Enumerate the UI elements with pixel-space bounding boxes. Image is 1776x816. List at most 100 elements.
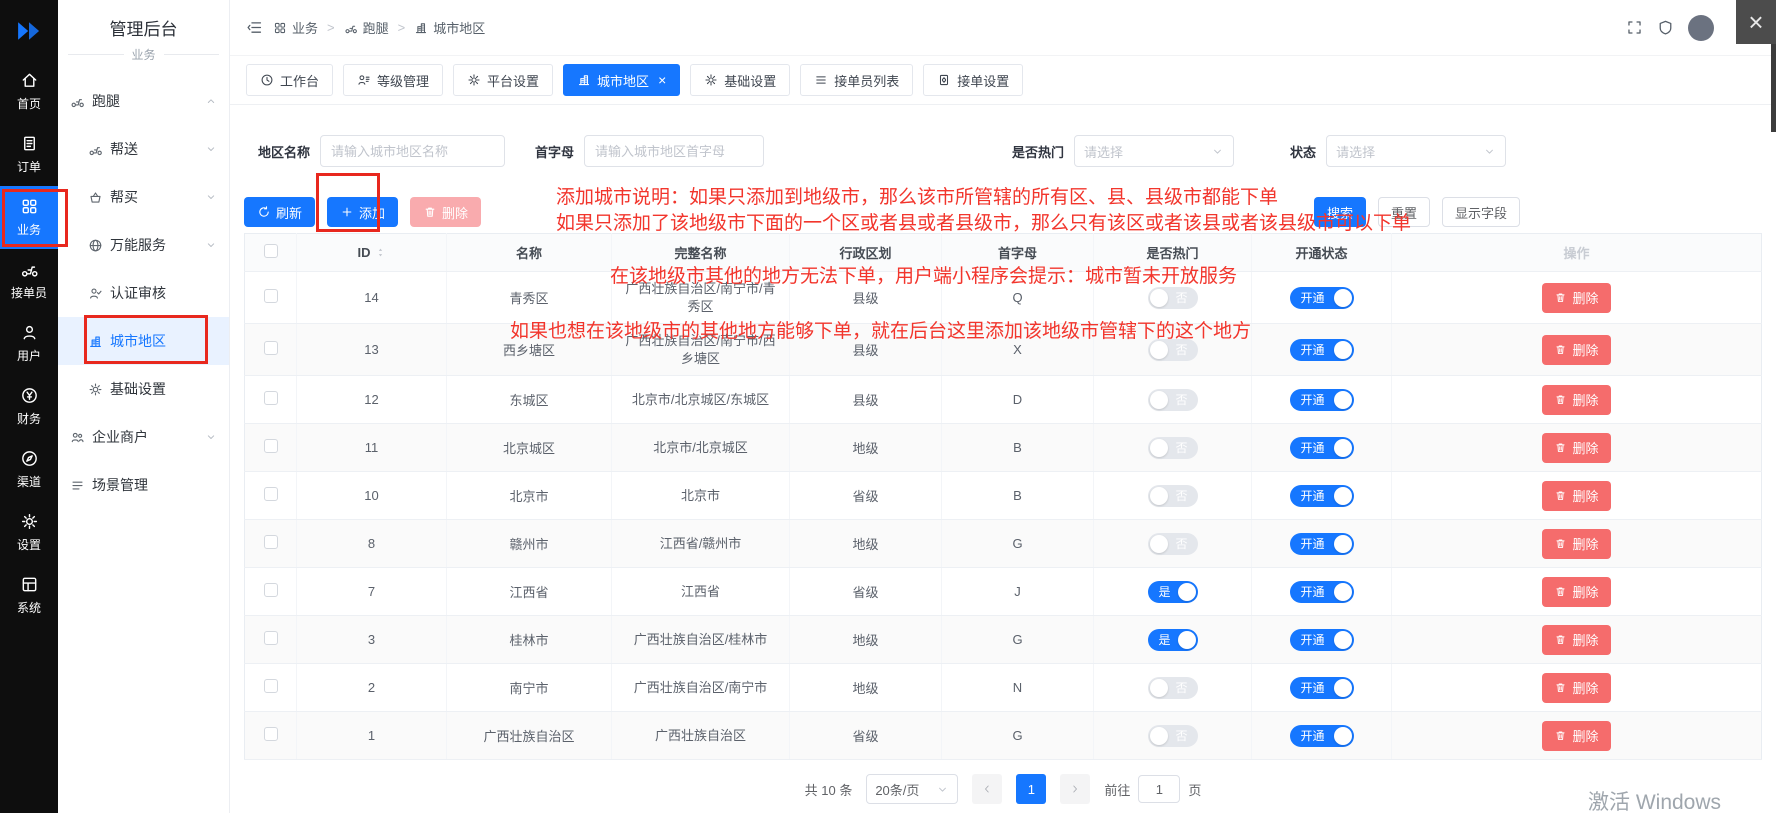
hot-toggle[interactable]: 否 [1148,725,1198,747]
full-name-cell: 广西壮族自治区/桂林市 [612,616,790,664]
sidebar-item-enterprise-merchant[interactable]: 企业商户 [58,413,229,461]
row-checkbox[interactable] [264,535,278,549]
delete-button[interactable]: 删除 [1542,577,1610,607]
add-button[interactable]: 添加 [327,197,398,227]
sidebar-item-scene-management[interactable]: 场景管理 [58,461,229,509]
column-header-label: 首字母 [998,246,1037,261]
sidebar-item-city-region[interactable]: 城市地区 [58,317,229,365]
delete-button[interactable]: 删除 [1542,625,1610,655]
breadcrumb-item-business[interactable]: 业务 [273,18,318,37]
rail-item-channels[interactable]: 渠道 [0,438,58,501]
delete-button[interactable]: 删除 [1542,433,1610,463]
tab-basic-settings[interactable]: 基础设置 [690,64,790,96]
hot-toggle[interactable]: 否 [1148,485,1198,507]
breadcrumb-item-city-region[interactable]: 城市地区 [414,18,485,37]
avatar[interactable] [1688,15,1714,41]
delete-label: 删除 [1572,630,1598,649]
window-close-button[interactable]: × [1736,0,1776,44]
sidebar-item-universal-service[interactable]: 万能服务 [58,221,229,269]
status-toggle[interactable]: 开通 [1290,485,1354,507]
next-page-button[interactable] [1060,774,1090,804]
sidebar-item-bangmai[interactable]: 帮买 [58,173,229,221]
delete-button[interactable]: 删除 [1542,385,1610,415]
rail-item-system[interactable]: 系统 [0,564,58,627]
sidebar-item-paotui[interactable]: 跑腿 [58,77,229,125]
sidebar-item-bangsong[interactable]: 帮送 [58,125,229,173]
breadcrumb-item-paotui[interactable]: 跑腿 [344,18,389,37]
collapse-sidebar-icon[interactable] [246,19,263,36]
hot-toggle[interactable]: 否 [1148,287,1198,309]
rail-item-label: 财务 [17,410,41,427]
close-tab-icon[interactable]: × [658,73,666,87]
delete-button[interactable]: 删除 [1542,721,1610,751]
row-checkbox[interactable] [264,631,278,645]
initial-input[interactable] [584,135,764,167]
column-header-label: 是否热门 [1146,246,1198,261]
search-button[interactable]: 搜索 [1314,197,1366,227]
tab-order-settings[interactable]: 接单设置 [923,64,1023,96]
tab-level-management[interactable]: 等级管理 [343,64,443,96]
delete-button[interactable]: 删除 [1542,529,1610,559]
rail-item-home[interactable]: 首页 [0,60,58,123]
refresh-button[interactable]: 刷新 [244,197,315,227]
hot-toggle[interactable]: 否 [1148,437,1198,459]
row-checkbox[interactable] [264,583,278,597]
rail-item-finance[interactable]: 财务 [0,375,58,438]
delete-button[interactable]: 删除 [1542,335,1610,365]
delete-button[interactable]: 删除 [1542,673,1610,703]
tab-city-region[interactable]: 城市地区× [563,64,680,96]
status-cell: 开通 [1252,272,1392,324]
row-checkbox[interactable] [264,727,278,741]
status-toggle[interactable]: 开通 [1290,725,1354,747]
row-checkbox[interactable] [264,391,278,405]
delete-button[interactable]: 删除 [1542,481,1610,511]
sidebar-item-basic-settings[interactable]: 基础设置 [58,365,229,413]
status-toggle[interactable]: 开通 [1290,533,1354,555]
batch-delete-button[interactable]: 删除 [410,197,481,227]
region-name-input[interactable] [320,135,505,167]
badge-icon[interactable] [1657,19,1674,36]
status-toggle[interactable]: 开通 [1290,437,1354,459]
hot-select[interactable]: 请选择 [1074,135,1234,167]
hot-toggle[interactable]: 否 [1148,339,1198,361]
reset-button[interactable]: 重置 [1378,197,1430,227]
goto-page-input[interactable] [1138,775,1180,803]
status-toggle[interactable]: 开通 [1290,581,1354,603]
fullscreen-icon[interactable] [1626,19,1643,36]
row-checkbox[interactable] [264,679,278,693]
status-toggle[interactable]: 开通 [1290,677,1354,699]
status-toggle[interactable]: 开通 [1290,389,1354,411]
page-size-select[interactable]: 20条/页 [866,774,958,804]
sidebar-item-auth-audit[interactable]: 认证审核 [58,269,229,317]
select-all-checkbox[interactable] [264,244,278,258]
tab-courier-list[interactable]: 接单员列表 [800,64,913,96]
status-toggle[interactable]: 开通 [1290,339,1354,361]
rail-item-settings[interactable]: 设置 [0,501,58,564]
hot-toggle[interactable]: 是 [1148,629,1198,651]
prev-page-button[interactable] [972,774,1002,804]
status-toggle[interactable]: 开通 [1290,629,1354,651]
hot-toggle[interactable]: 否 [1148,389,1198,411]
row-checkbox[interactable] [264,289,278,303]
hot-toggle[interactable]: 否 [1148,533,1198,555]
pagination-total: 共 10 条 [805,780,853,799]
row-select-cell [245,568,297,616]
rail-item-couriers[interactable]: 接单员 [0,249,58,312]
status-toggle[interactable]: 开通 [1290,287,1354,309]
row-checkbox[interactable] [264,439,278,453]
id-cell: 1 [297,712,447,760]
tab-workbench[interactable]: 工作台 [246,64,333,96]
hot-toggle[interactable]: 是 [1148,581,1198,603]
current-page[interactable]: 1 [1016,774,1046,804]
status-select[interactable]: 请选择 [1326,135,1506,167]
hot-toggle[interactable]: 否 [1148,677,1198,699]
row-checkbox[interactable] [264,341,278,355]
rail-item-business[interactable]: 业务 [0,186,58,249]
row-checkbox[interactable] [264,487,278,501]
show-fields-button[interactable]: 显示字段 [1442,197,1520,227]
delete-button[interactable]: 删除 [1542,283,1610,313]
rail-item-users[interactable]: 用户 [0,312,58,375]
tab-platform-settings[interactable]: 平台设置 [453,64,553,96]
rail-item-orders[interactable]: 订单 [0,123,58,186]
filter-hot: 是否热门 请选择 [1012,135,1234,167]
